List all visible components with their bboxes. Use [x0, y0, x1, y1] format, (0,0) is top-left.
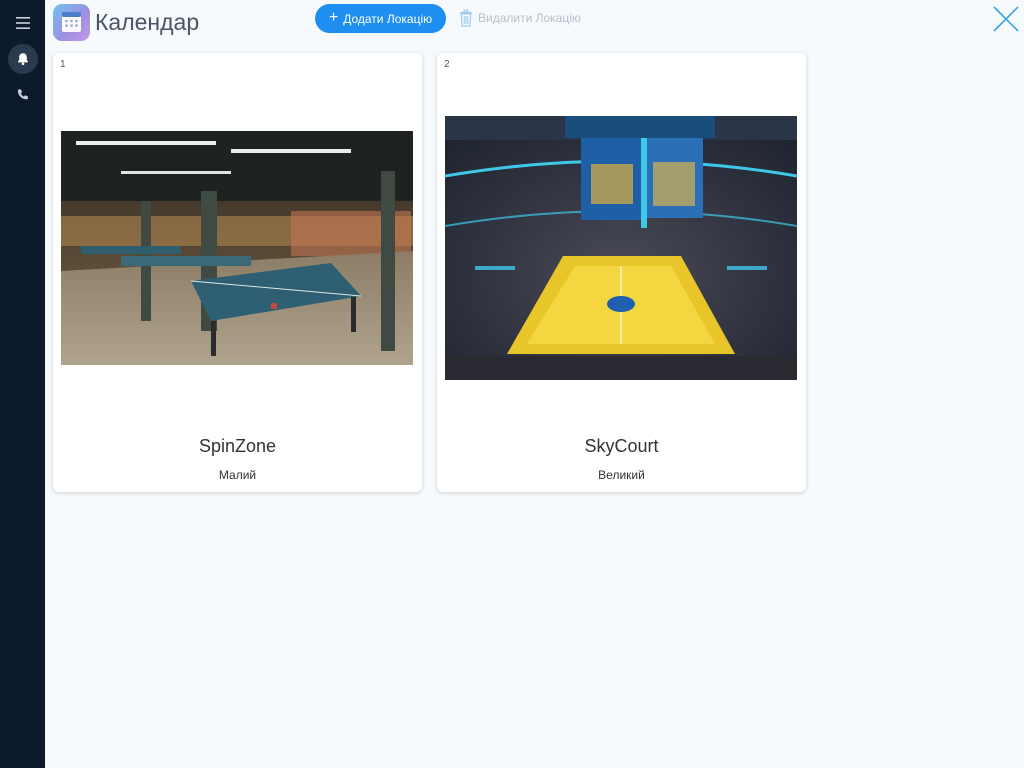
sidebar	[0, 0, 45, 768]
phone-icon	[17, 89, 28, 100]
calendar-app-icon	[53, 4, 90, 41]
page-title: Календар	[95, 9, 200, 35]
location-card[interactable]: 1 SpinZone Малий	[53, 53, 422, 492]
plus-icon: +	[328, 9, 339, 26]
menu-button[interactable]	[8, 8, 38, 38]
delete-location-label: Видалити Локацію	[478, 11, 581, 25]
location-name: SpinZone	[198, 436, 277, 456]
location-size: Малий	[218, 468, 257, 482]
close-icon	[993, 6, 1019, 32]
add-location-button[interactable]: + Додати Локацію	[315, 4, 446, 33]
location-name: SkyCourt	[584, 436, 659, 456]
location-number: 2	[444, 59, 450, 70]
close-button[interactable]	[990, 3, 1022, 35]
trash-icon	[460, 9, 472, 27]
menu-icon	[16, 17, 30, 29]
delete-location-button[interactable]: Видалити Локацію	[458, 8, 581, 28]
phone-button[interactable]	[8, 80, 38, 110]
notifications-button[interactable]	[8, 44, 38, 74]
location-photo	[61, 131, 413, 365]
location-card[interactable]: 2 SkyCourt Великий	[437, 53, 806, 492]
location-size: Великий	[598, 468, 645, 482]
bell-icon	[18, 53, 28, 66]
location-number: 1	[60, 59, 66, 70]
location-photo	[445, 116, 797, 380]
add-location-label: Додати Локацію	[343, 11, 433, 26]
